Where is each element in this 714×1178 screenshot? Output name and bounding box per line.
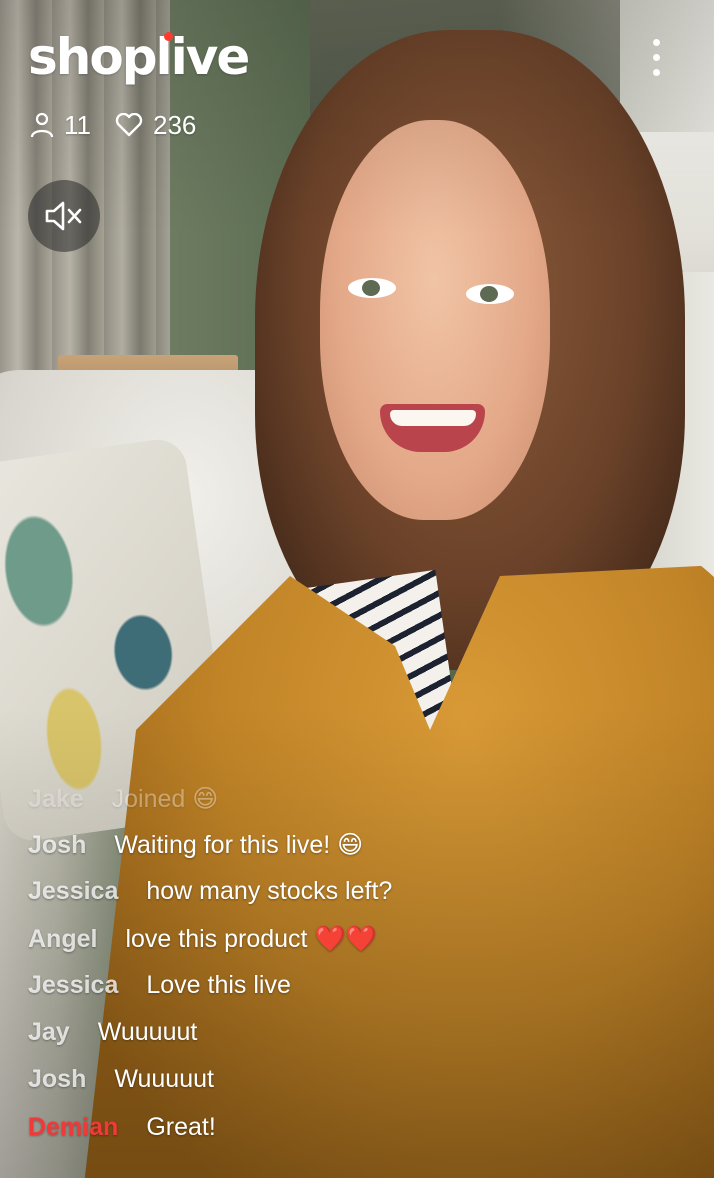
person-icon bbox=[30, 112, 54, 138]
live-stream-view: shoplive 11 236 Jake Joined 😄 Josh Waiti… bbox=[0, 0, 714, 1178]
chat-text: Wuuuuut bbox=[97, 1018, 198, 1046]
chat-text: Love this live bbox=[146, 971, 291, 999]
stream-stats: 11 236 bbox=[30, 108, 220, 142]
viewer-count-value: 11 bbox=[64, 109, 91, 140]
chat-message: Demian Great! bbox=[28, 1110, 216, 1144]
chat-text: Joined 😄 bbox=[111, 785, 219, 813]
chat-message: Jessica Love this live bbox=[28, 968, 291, 1002]
chat-username: Josh bbox=[28, 1065, 87, 1093]
menu-dot bbox=[652, 68, 660, 76]
chat-username: Jay bbox=[28, 1018, 70, 1046]
chat-username: Jake bbox=[28, 785, 84, 813]
chat-username: Demian bbox=[28, 1113, 119, 1141]
more-menu-button[interactable] bbox=[640, 30, 672, 84]
chat-text: love this product ❤️❤️ bbox=[125, 925, 377, 953]
viewer-count: 11 bbox=[30, 110, 91, 141]
chat-text: Wuuuuut bbox=[114, 1065, 214, 1093]
mute-toggle-button[interactable] bbox=[28, 180, 100, 252]
chat-text: Waiting for this live! 😄 bbox=[114, 831, 364, 859]
speaker-muted-icon bbox=[45, 201, 82, 231]
like-count: 236 bbox=[115, 110, 196, 141]
chat-message: Josh Waiting for this live! 😄 bbox=[28, 828, 363, 862]
chat-system-message: Jake Joined 😄 bbox=[28, 782, 218, 816]
chat-message: Jessica how many stocks left? bbox=[28, 874, 392, 908]
menu-dot bbox=[652, 38, 660, 46]
logo-dot bbox=[164, 32, 173, 41]
chat-message: Angel love this product ❤️❤️ bbox=[28, 922, 377, 956]
chat-username: Jessica bbox=[28, 877, 119, 905]
chat-text: Great! bbox=[146, 1113, 216, 1141]
chat-text: how many stocks left? bbox=[146, 877, 393, 905]
chat-username: Josh bbox=[28, 831, 87, 859]
chat-message: Josh Wuuuuut bbox=[28, 1062, 214, 1096]
chat-username: Jessica bbox=[28, 971, 119, 999]
chat-message: Jay Wuuuuut bbox=[28, 1015, 197, 1049]
heart-icon bbox=[115, 113, 143, 137]
like-count-value: 236 bbox=[153, 109, 197, 140]
chat-username: Angel bbox=[28, 925, 98, 953]
brand-logo: shoplive bbox=[28, 28, 250, 86]
menu-dot bbox=[652, 53, 660, 61]
